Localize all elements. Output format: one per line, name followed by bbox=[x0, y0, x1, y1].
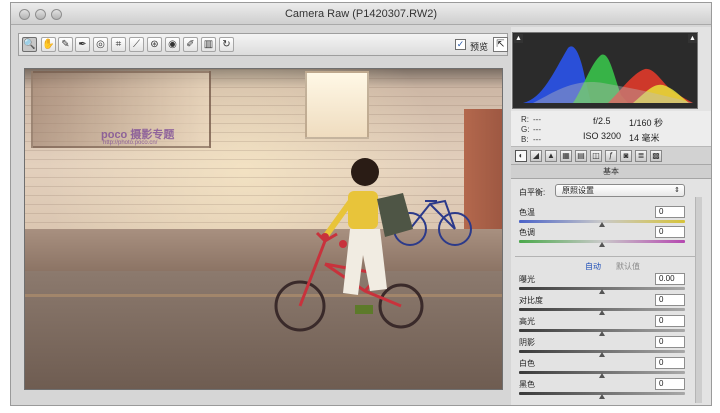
shadows-value-field[interactable]: 0 bbox=[655, 336, 685, 348]
blacks-label: 黑色 bbox=[519, 380, 535, 389]
temperature-value-field[interactable]: 0 bbox=[655, 206, 685, 218]
graduated-filter-icon[interactable]: ▥ bbox=[201, 37, 216, 52]
iso: ISO 3200 bbox=[583, 131, 622, 141]
readout-bar: R: --- G: --- B: --- f/2.5 1/160 秒 ISO 3… bbox=[511, 111, 711, 147]
shutter-speed: 1/160 秒 bbox=[629, 118, 664, 128]
tint-label: 色调 bbox=[519, 228, 535, 237]
detail-tab-icon[interactable]: ▲ bbox=[545, 150, 557, 162]
tint-value-field[interactable]: 0 bbox=[655, 226, 685, 238]
panel-header: 基本 bbox=[511, 165, 711, 179]
straighten-tool-icon[interactable]: ⟋ bbox=[129, 37, 144, 52]
section-divider bbox=[515, 256, 695, 257]
color-sampler-tool-icon[interactable]: ✒ bbox=[75, 37, 90, 52]
white-balance-tool-icon[interactable]: ✎ bbox=[58, 37, 73, 52]
basic-tab-icon[interactable]: ◐ bbox=[515, 150, 527, 162]
lens-corrections-tab-icon[interactable]: ◫ bbox=[590, 150, 602, 162]
contrast-slider-thumb[interactable] bbox=[599, 310, 605, 315]
chevron-updown-icon: ⇕ bbox=[674, 187, 680, 194]
adjustment-brush-icon[interactable]: ✐ bbox=[183, 37, 198, 52]
focal-length: 14 毫米 bbox=[629, 133, 660, 143]
contrast-label: 对比度 bbox=[519, 296, 543, 305]
whites-label: 白色 bbox=[519, 359, 535, 368]
presets-tab-icon[interactable]: ≣ bbox=[635, 150, 647, 162]
shadow-clipping-warning-icon[interactable]: ▲ bbox=[514, 34, 523, 43]
hand-tool-icon[interactable]: ✋ bbox=[41, 37, 56, 52]
g-value: --- bbox=[533, 125, 541, 134]
camera-raw-window: Camera Raw (P1420307.RW2) 🔍 ✋ ✎ ✒ ◎ ⌗ ⟋ ⊛ ◉ ✐ ▥ ↻ ✓… bbox=[10, 2, 712, 406]
effects-tab-icon[interactable]: ƒ bbox=[605, 150, 617, 162]
split-toning-tab-icon[interactable]: ▤ bbox=[575, 150, 587, 162]
exposure-slider-thumb[interactable] bbox=[599, 289, 605, 294]
whites-slider-thumb[interactable] bbox=[599, 373, 605, 378]
temperature-slider-thumb[interactable] bbox=[599, 222, 605, 227]
image-preview[interactable]: poco 摄影专题 http://photo.poco.cn/ bbox=[24, 68, 503, 390]
white-balance-label: 白平衡: bbox=[519, 188, 546, 197]
red-eye-tool-icon[interactable]: ◉ bbox=[165, 37, 180, 52]
shadows-label: 阴影 bbox=[519, 338, 535, 347]
highlights-label: 高光 bbox=[519, 317, 535, 326]
window-title: Camera Raw (P1420307.RW2) bbox=[284, 8, 438, 20]
exposure-value-field[interactable]: 0.00 bbox=[655, 273, 685, 285]
camera-calibration-tab-icon[interactable]: ◙ bbox=[620, 150, 632, 162]
histogram bbox=[512, 32, 698, 109]
contrast-value-field[interactable]: 0 bbox=[655, 294, 685, 306]
title-bar: Camera Raw (P1420307.RW2) bbox=[11, 3, 711, 25]
snapshots-tab-icon[interactable]: ▩ bbox=[650, 150, 662, 162]
fullscreen-toggle-icon[interactable]: ⇱ bbox=[493, 37, 508, 52]
highlights-slider-thumb[interactable] bbox=[599, 331, 605, 336]
rotate-icon[interactable]: ↻ bbox=[219, 37, 234, 52]
r-label: R: bbox=[521, 115, 529, 124]
exposure-label: 曝光 bbox=[519, 275, 535, 284]
adjustment-panel: ▲ ▲ R: --- G: --- B: --- f/2.5 1/160 秒 I… bbox=[511, 27, 711, 405]
temperature-label: 色温 bbox=[519, 208, 535, 217]
target-adjustment-tool-icon[interactable]: ◎ bbox=[93, 37, 108, 52]
aperture: f/2.5 bbox=[593, 116, 611, 126]
preview-checkbox[interactable]: ✓ bbox=[455, 39, 466, 50]
cyclist-illustration bbox=[274, 158, 472, 332]
g-label: G: bbox=[521, 125, 530, 134]
tint-slider-thumb[interactable] bbox=[599, 242, 605, 247]
r-value: --- bbox=[533, 115, 541, 124]
spot-removal-tool-icon[interactable]: ⊛ bbox=[147, 37, 162, 52]
tool-bar: 🔍 ✋ ✎ ✒ ◎ ⌗ ⟋ ⊛ ◉ ✐ ▥ ↻ ✓ 预览 ⇱ bbox=[18, 33, 508, 56]
white-balance-select[interactable]: 原照设置 ⇕ bbox=[555, 184, 685, 197]
b-value: --- bbox=[533, 135, 541, 144]
hsl-tab-icon[interactable]: ▦ bbox=[560, 150, 572, 162]
highlights-value-field[interactable]: 0 bbox=[655, 315, 685, 327]
panel-tab-strip: ◐ ◢ ▲ ▦ ▤ ◫ ƒ ◙ ≣ ▩ bbox=[511, 147, 711, 165]
highlight-clipping-warning-icon[interactable]: ▲ bbox=[688, 34, 697, 43]
blacks-value-field[interactable]: 0 bbox=[655, 378, 685, 390]
auto-button[interactable]: 自动 bbox=[585, 261, 601, 272]
panel-scrollbar[interactable] bbox=[695, 197, 702, 403]
default-button[interactable]: 默认值 bbox=[616, 261, 640, 272]
histogram-graph bbox=[523, 46, 693, 103]
crop-tool-icon[interactable]: ⌗ bbox=[111, 37, 126, 52]
blacks-slider-thumb[interactable] bbox=[599, 394, 605, 399]
shadows-slider-thumb[interactable] bbox=[599, 352, 605, 357]
watermark-url: http://photo.poco.cn/ bbox=[103, 140, 158, 146]
preview-label: 预览 bbox=[470, 42, 489, 52]
b-label: B: bbox=[521, 135, 529, 144]
white-balance-value: 原照设置 bbox=[562, 186, 594, 195]
zoom-tool-icon[interactable]: 🔍 bbox=[22, 37, 37, 52]
whites-value-field[interactable]: 0 bbox=[655, 357, 685, 369]
tone-curve-tab-icon[interactable]: ◢ bbox=[530, 150, 542, 162]
